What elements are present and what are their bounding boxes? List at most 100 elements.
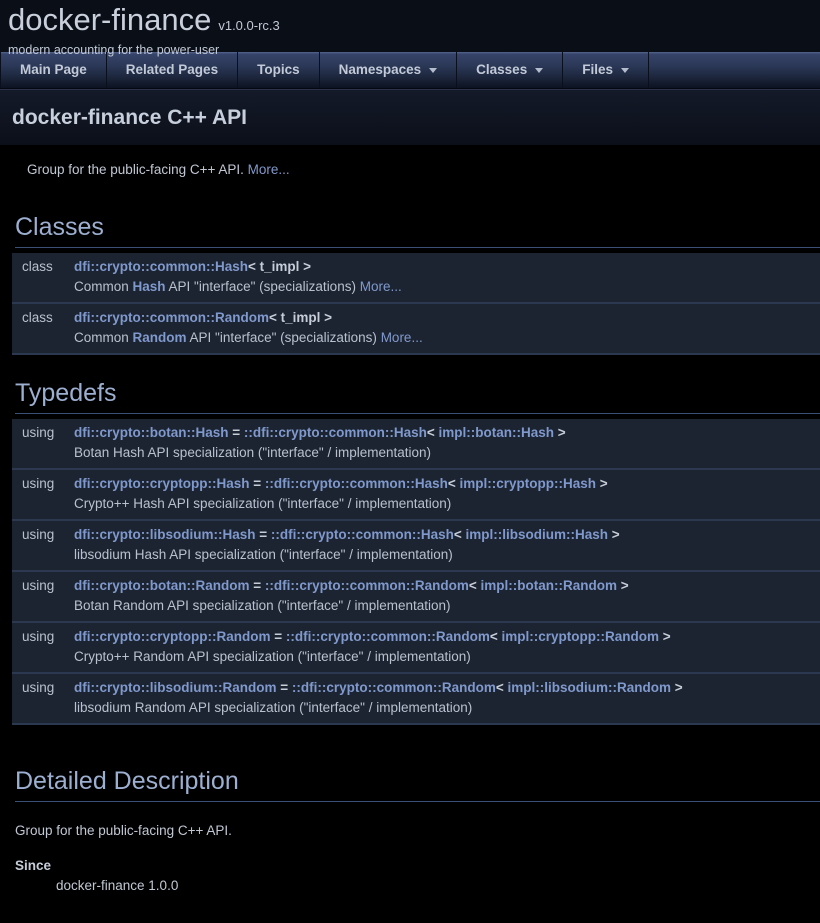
- section-heading-typedefs: Typedefs: [15, 379, 820, 414]
- member-definition-text: =: [270, 629, 285, 644]
- member-link[interactable]: dfi::crypto::libsodium::Hash: [74, 527, 256, 542]
- member-description-text: Botan Random API specialization ("interf…: [74, 598, 451, 613]
- member-kind-spacer: [12, 699, 74, 717]
- member-link[interactable]: impl::cryptopp::Random: [502, 629, 660, 644]
- member-link[interactable]: ::dfi::crypto::common::Random: [292, 680, 496, 695]
- member-definition-text: <: [490, 629, 502, 644]
- member-description-row: libsodium Random API specialization ("in…: [12, 698, 820, 723]
- member-kind: using: [12, 679, 74, 697]
- member-description-text: Crypto++ Random API specialization ("int…: [74, 649, 471, 664]
- member-entry: classdfi::crypto::common::Hash< t_impl >…: [12, 253, 820, 304]
- site-title-row: docker-financev1.0.0-rc.3: [8, 2, 812, 38]
- member-description: Crypto++ Hash API specialization ("inter…: [74, 495, 820, 513]
- member-entry: usingdfi::crypto::botan::Random = ::dfi:…: [12, 572, 820, 623]
- member-link[interactable]: dfi::crypto::common::Random: [74, 310, 269, 325]
- member-description-row: Botan Hash API specialization ("interfac…: [12, 443, 820, 468]
- member-link[interactable]: ::dfi::crypto::common::Hash: [265, 476, 448, 491]
- more-link[interactable]: More...: [381, 330, 423, 345]
- member-description: libsodium Hash API specialization ("inte…: [74, 546, 820, 564]
- member-description-text: Botan Hash API specialization ("interfac…: [74, 445, 431, 460]
- member-kind-spacer: [12, 329, 74, 347]
- member-description-row: Common Random API "interface" (specializ…: [12, 328, 820, 353]
- member-kind: using: [12, 628, 74, 646]
- member-link[interactable]: dfi::crypto::cryptopp::Hash: [74, 476, 250, 491]
- tab-files[interactable]: Files: [563, 52, 648, 88]
- member-description-row: Common Hash API "interface" (specializat…: [12, 277, 820, 302]
- member-item-row: classdfi::crypto::common::Random< t_impl…: [12, 304, 820, 328]
- member-description: Crypto++ Random API specialization ("int…: [74, 648, 820, 666]
- member-link[interactable]: ::dfi::crypto::common::Hash: [244, 425, 427, 440]
- main-nav: Main PageRelated PagesTopicsNamespacesCl…: [0, 52, 820, 89]
- member-definition-text: >: [608, 527, 620, 542]
- member-link[interactable]: dfi::crypto::botan::Hash: [74, 425, 228, 440]
- member-description: Common Hash API "interface" (specializat…: [74, 278, 820, 296]
- member-kind-spacer: [12, 648, 74, 666]
- member-definition-text: < t_impl >: [248, 259, 311, 274]
- member-item-row: usingdfi::crypto::libsodium::Hash = ::df…: [12, 521, 820, 545]
- member-link[interactable]: impl::botan::Random: [480, 578, 616, 593]
- member-desc-link[interactable]: Random: [133, 330, 187, 345]
- member-definition: dfi::crypto::cryptopp::Hash = ::dfi::cry…: [74, 475, 820, 493]
- member-link[interactable]: impl::cryptopp::Hash: [460, 476, 597, 491]
- member-link[interactable]: dfi::crypto::common::Hash: [74, 259, 248, 274]
- page-title: docker-finance C++ API: [12, 106, 808, 130]
- member-definition-text: =: [256, 527, 271, 542]
- member-link[interactable]: ::dfi::crypto::common::Hash: [271, 527, 454, 542]
- member-entry: usingdfi::crypto::cryptopp::Random = ::d…: [12, 623, 820, 674]
- member-definition-text: <: [427, 425, 439, 440]
- member-link[interactable]: dfi::crypto::cryptopp::Random: [74, 629, 270, 644]
- site-version: v1.0.0-rc.3: [218, 18, 279, 33]
- since-label: Since: [15, 858, 820, 873]
- member-definition-text: =: [250, 476, 265, 491]
- member-definition-text: >: [671, 680, 683, 695]
- member-description-text: Crypto++ Hash API specialization ("inter…: [74, 496, 451, 511]
- member-link[interactable]: dfi::crypto::botan::Random: [74, 578, 249, 593]
- member-kind: class: [12, 309, 74, 327]
- detailed-description-text: Group for the public-facing C++ API.: [15, 823, 820, 838]
- member-entry: usingdfi::crypto::libsodium::Random = ::…: [12, 674, 820, 725]
- member-item-row: usingdfi::crypto::cryptopp::Random = ::d…: [12, 623, 820, 647]
- member-description-row: libsodium Hash API specialization ("inte…: [12, 545, 820, 570]
- member-definition-text: <: [469, 578, 481, 593]
- member-definition: dfi::crypto::cryptopp::Random = ::dfi::c…: [74, 628, 820, 646]
- member-description-row: Botan Random API specialization ("interf…: [12, 596, 820, 621]
- more-link[interactable]: More...: [360, 279, 402, 294]
- member-description-row: Crypto++ Random API specialization ("int…: [12, 647, 820, 672]
- member-link[interactable]: impl::libsodium::Random: [508, 680, 671, 695]
- member-kind-spacer: [12, 444, 74, 462]
- chevron-down-icon: [429, 68, 437, 73]
- member-definition-text: >: [659, 629, 671, 644]
- member-link[interactable]: ::dfi::crypto::common::Random: [265, 578, 469, 593]
- member-kind-spacer: [12, 278, 74, 296]
- tab-related-pages[interactable]: Related Pages: [107, 52, 237, 88]
- nav-tab-namespaces: Namespaces: [319, 52, 457, 88]
- tab-namespaces[interactable]: Namespaces: [320, 52, 457, 88]
- tab-topics[interactable]: Topics: [238, 52, 319, 88]
- page: docker-financev1.0.0-rc.3 modern account…: [0, 0, 820, 923]
- tab-classes[interactable]: Classes: [457, 52, 562, 88]
- member-description-text: API "interface" (specializations): [187, 330, 381, 345]
- member-desc-link[interactable]: Hash: [133, 279, 166, 294]
- member-link[interactable]: dfi::crypto::libsodium::Random: [74, 680, 276, 695]
- member-description-text: API "interface" (specializations): [166, 279, 360, 294]
- member-definition-text: <: [448, 476, 460, 491]
- nav-tab-classes: Classes: [456, 52, 562, 88]
- member-entry: usingdfi::crypto::cryptopp::Hash = ::dfi…: [12, 470, 820, 521]
- more-link[interactable]: More...: [248, 162, 290, 177]
- member-item-row: usingdfi::crypto::botan::Random = ::dfi:…: [12, 572, 820, 596]
- intro-text: Group for the public-facing C++ API. Mor…: [27, 162, 820, 177]
- member-link[interactable]: impl::libsodium::Hash: [466, 527, 609, 542]
- member-definition: dfi::crypto::libsodium::Random = ::dfi::…: [74, 679, 820, 697]
- since-block: Since docker-finance 1.0.0: [15, 858, 820, 893]
- member-description: libsodium Random API specialization ("in…: [74, 699, 820, 717]
- member-description: Common Random API "interface" (specializ…: [74, 329, 820, 347]
- member-kind: using: [12, 424, 74, 442]
- member-entry: usingdfi::crypto::botan::Hash = ::dfi::c…: [12, 419, 820, 470]
- intro-sentence: Group for the public-facing C++ API.: [27, 162, 244, 177]
- tab-main-page[interactable]: Main Page: [1, 52, 106, 88]
- member-link[interactable]: ::dfi::crypto::common::Random: [286, 629, 490, 644]
- member-description-text: libsodium Hash API specialization ("inte…: [74, 547, 453, 562]
- member-link[interactable]: impl::botan::Hash: [439, 425, 555, 440]
- classes-member-table: class dfi::crypto::common::Hash< t_impl >…: [12, 253, 820, 355]
- member-description-text: Common: [74, 279, 133, 294]
